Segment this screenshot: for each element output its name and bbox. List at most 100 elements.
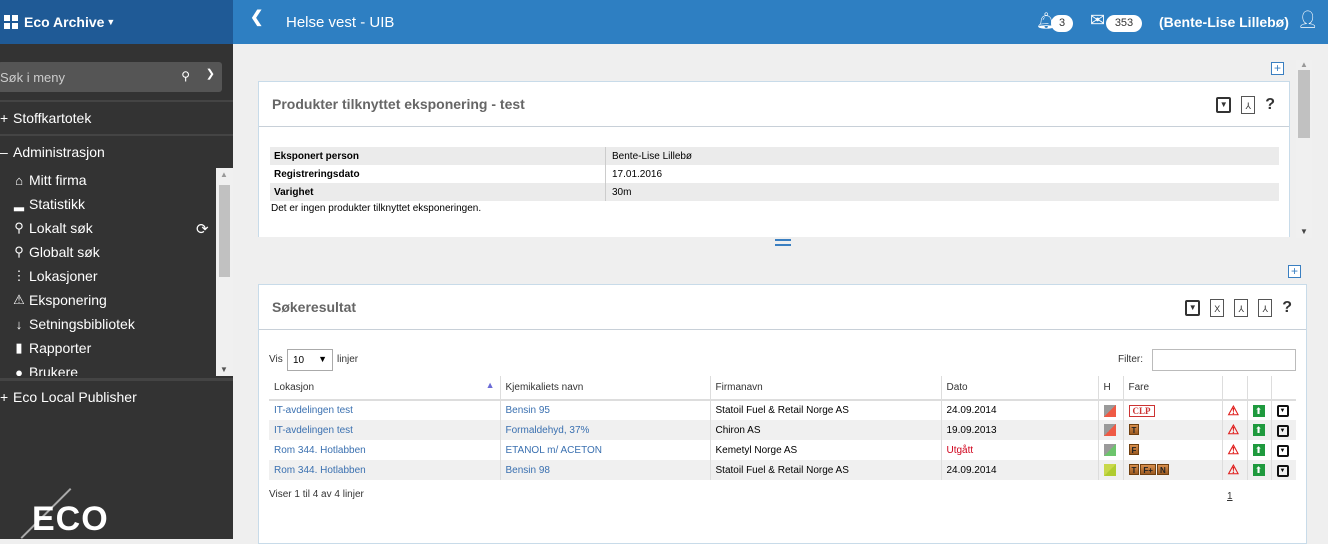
warning-triangle-icon[interactable]: ⚠ [1228, 422, 1240, 437]
expand-icon: + [0, 110, 9, 126]
add-panel-button[interactable]: + [1271, 62, 1284, 75]
warning-triangle-icon[interactable]: ⚠ [1228, 442, 1240, 457]
sidebar-item-mitt-firma[interactable]: ⌂ Mitt firma [0, 168, 233, 192]
sidebar-item-lokasjoner[interactable]: ⋮ Lokasjoner [0, 264, 233, 288]
cell-dato: Utgått [940, 440, 1098, 460]
tree-icon: ⋮ [12, 268, 26, 283]
col-h[interactable]: H [1097, 376, 1123, 401]
warning-triangle-icon[interactable]: ⚠ [1228, 462, 1240, 477]
row-menu-icon[interactable]: ▼ [1276, 405, 1289, 417]
header-row: Lokasjon ▲ Kjemikaliets navn Firmanavn Da… [269, 376, 1296, 401]
col-fare[interactable]: Fare [1122, 376, 1222, 401]
col-kjemikalie[interactable]: Kjemikaliets navn [499, 376, 710, 401]
lokasjon-link[interactable]: Rom 344. Hotlabben [274, 465, 366, 476]
cell-warning: ⚠ [1221, 420, 1247, 440]
sidebar-section-administrasjon[interactable]: – Administrasjon [0, 134, 233, 168]
sidebar-item-statistikk[interactable]: ▂ Statistikk [0, 192, 233, 216]
add-panel-button[interactable]: + [1288, 265, 1301, 278]
filter-input[interactable] [1152, 349, 1296, 371]
col-actions [1270, 376, 1296, 401]
message-badge[interactable]: 353 [1106, 15, 1142, 32]
collapse-toggle-icon[interactable]: ▼ [1216, 97, 1232, 113]
info-value: 17.01.2016 [612, 168, 663, 180]
upload-arrow-icon[interactable]: ⬆ [1252, 404, 1265, 417]
pdf-icon[interactable]: ⅄ [1234, 299, 1249, 317]
row-menu-icon[interactable]: ▼ [1276, 444, 1289, 457]
help-icon[interactable]: ? [1282, 299, 1292, 317]
lokasjon-link[interactable]: Rom 344. Hotlabben [274, 445, 366, 456]
scroll-up-icon[interactable]: ▲ [1300, 60, 1308, 69]
scroll-down-icon[interactable]: ▼ [220, 365, 228, 374]
panel-scrollbar[interactable]: ▲ ▼ [1296, 60, 1312, 238]
panel-title: Søkeresultat [259, 285, 1306, 330]
upload-arrow-icon[interactable]: ⬆ [1252, 444, 1265, 456]
hazard-symbols: F [1128, 444, 1140, 456]
upload-arrow-icon[interactable]: ⬆ [1252, 464, 1265, 476]
user-icon[interactable]: 👤︎ [1297, 10, 1319, 30]
pagination-page-1[interactable]: 1 [1227, 491, 1233, 502]
menu-search-input[interactable] [0, 69, 170, 85]
app-menu-button[interactable]: Eco Archive ▼ [0, 0, 233, 44]
hazard-symbol: T [1128, 464, 1140, 476]
cell-upload: ⬆ [1246, 400, 1271, 420]
notification-badge[interactable]: 3 [1051, 15, 1073, 32]
collapse-icon: – [0, 144, 8, 160]
section-label: Administrasjon [13, 144, 105, 160]
scrollbar-thumb[interactable] [219, 185, 230, 277]
user-icon: ● [15, 364, 23, 377]
chemical-link[interactable]: Bensin 98 [506, 465, 550, 476]
caret-down-icon: ▼ [106, 17, 116, 27]
scrollbar-thumb[interactable] [1298, 70, 1310, 138]
warning-triangle-icon[interactable]: ⚠ [1228, 403, 1240, 418]
cell-fare: T F+ N [1122, 460, 1222, 480]
clp-label: CLP [1128, 404, 1155, 417]
pdf-icon[interactable]: ⅄ [1241, 96, 1256, 114]
pdf-icon[interactable]: ⅄ [1258, 299, 1273, 317]
user-name[interactable]: (Bente-Lise Lillebø) [1159, 14, 1289, 30]
chemical-link[interactable]: Formaldehyd, 37% [506, 425, 590, 436]
sidebar-item-eksponering[interactable]: ⚠ Eksponering [0, 288, 233, 312]
collapse-toggle-icon[interactable]: ▼ [1185, 300, 1201, 316]
col-dato[interactable]: Dato [940, 376, 1098, 401]
sidebar-item-rapporter[interactable]: ▮ Rapporter [0, 336, 233, 360]
col-label: Lokasjon [274, 382, 315, 393]
cell-lokasjon: IT-avdelingen test [269, 420, 500, 440]
topbar: ❮ Helse vest - UIB 🔔︎ 3 ✉ 353 (Bente-Lis… [233, 0, 1328, 44]
excel-icon[interactable]: X [1210, 299, 1225, 317]
info-row: Varighet 30m [270, 183, 1279, 201]
scroll-down-icon[interactable]: ▼ [1300, 227, 1308, 236]
sidebar-item-brukere[interactable]: ● Brukere [0, 360, 233, 376]
back-chevron-icon[interactable]: ❮ [250, 7, 263, 27]
sidebar: Eco Archive ▼ ⚲ ❯ + Stoffkartotek – Admi… [0, 0, 233, 539]
help-icon[interactable]: ? [1265, 96, 1275, 114]
mail-icon[interactable]: ✉ [1090, 10, 1105, 31]
lokasjon-link[interactable]: IT-avdelingen test [274, 405, 353, 416]
col-firma[interactable]: Firmanavn [709, 376, 941, 401]
health-indicator-icon [1103, 464, 1116, 476]
chemical-link[interactable]: ETANOL m/ ACETON [506, 445, 603, 456]
cell-firma: Statoil Fuel & Retail Norge AS [709, 400, 941, 420]
col-upload [1246, 376, 1271, 401]
sidebar-item-globalt-sok[interactable]: ⚲ Globalt søk [0, 240, 233, 264]
row-menu-icon[interactable]: ▼ [1276, 424, 1289, 437]
col-lokasjon[interactable]: Lokasjon ▲ [269, 376, 500, 401]
search-icon[interactable]: ⚲ [181, 69, 190, 83]
refresh-icon[interactable]: ⟳ [196, 220, 209, 238]
row-menu-icon[interactable]: ▼ [1276, 464, 1289, 477]
submenu-scrollbar[interactable]: ▲ ▼ [216, 168, 233, 376]
sidebar-section-stoffkartotek[interactable]: + Stoffkartotek [0, 100, 233, 134]
table-row: IT-avdelingen test Formaldehyd, 37% Chiron… [269, 420, 1296, 440]
cell-firma: Statoil Fuel & Retail Norge AS [709, 460, 941, 480]
sidebar-section-eco-local-publisher[interactable]: + Eco Local Publisher [0, 378, 233, 412]
sidebar-item-setningsbibliotek[interactable]: ↓ Setningsbibliotek [0, 312, 233, 336]
dropdown-arrow-icon: ▼ [318, 354, 327, 364]
lokasjon-link[interactable]: IT-avdelingen test [274, 425, 353, 436]
chemical-link[interactable]: Bensin 95 [506, 405, 550, 416]
upload-arrow-icon[interactable]: ⬆ [1252, 424, 1265, 436]
chevron-down-icon[interactable]: ❯ [206, 67, 215, 80]
hazard-symbols: T F+ N [1128, 464, 1169, 476]
resize-handle[interactable] [775, 239, 791, 246]
cell-navn: Bensin 95 [499, 400, 710, 420]
page-length-select[interactable]: 10 ▼ [287, 349, 333, 371]
scroll-up-icon[interactable]: ▲ [220, 170, 228, 179]
